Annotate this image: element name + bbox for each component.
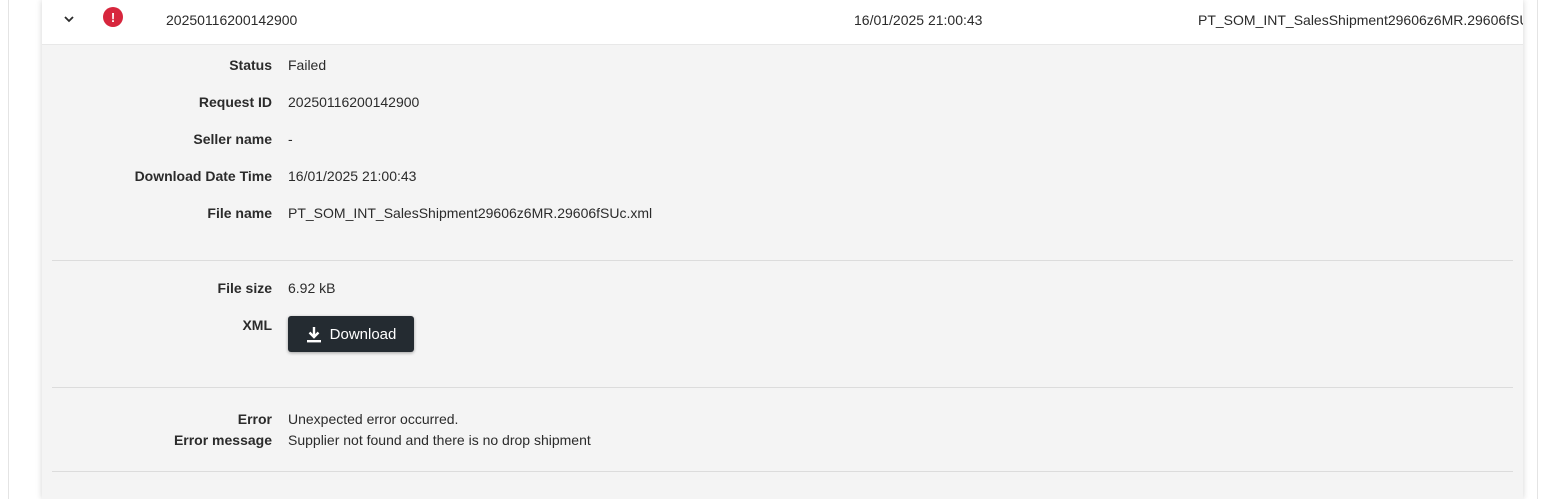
log-entry-card: ! 20250116200142900 16/01/2025 21:00:43 … <box>42 0 1523 499</box>
detail-file-name: File name PT_SOM_INT_SalesShipment29606z… <box>42 205 1523 225</box>
section-divider <box>52 471 1513 472</box>
detail-error-message: Error message Supplier not found and the… <box>42 432 1523 452</box>
section-divider <box>52 260 1513 261</box>
status-value: Failed <box>288 57 327 73</box>
error-message-label: Error message <box>173 432 272 448</box>
file-name-label: File name <box>207 205 272 221</box>
file-size-label: File size <box>217 280 272 296</box>
header-file-name: PT_SOM_INT_SalesShipment29606z6MR.29606f… <box>1198 12 1523 28</box>
error-value: Unexpected error occurred. <box>288 411 459 427</box>
download-xml-button[interactable]: Download <box>288 316 414 352</box>
seller-name-value: - <box>288 131 293 147</box>
log-entry-header-row[interactable]: ! 20250116200142900 16/01/2025 21:00:43 … <box>42 0 1523 45</box>
section-divider <box>52 387 1513 388</box>
log-entry-details: Status Failed Request ID 202501162001429… <box>42 45 1523 499</box>
detail-download-datetime: Download Date Time 16/01/2025 21:00:43 <box>42 168 1523 188</box>
header-download-datetime: 16/01/2025 21:00:43 <box>854 12 983 28</box>
detail-file-size: File size 6.92 kB <box>42 280 1523 300</box>
request-id-value: 20250116200142900 <box>288 94 420 110</box>
download-datetime-value: 16/01/2025 21:00:43 <box>288 168 417 184</box>
detail-status: Status Failed <box>42 57 1523 77</box>
error-icon: ! <box>103 7 123 27</box>
header-request-id: 20250116200142900 <box>166 12 298 28</box>
seller-name-label: Seller name <box>193 131 272 147</box>
detail-error: Error Unexpected error occurred. <box>42 411 1523 431</box>
download-button-label: Download <box>329 325 397 343</box>
file-size-value: 6.92 kB <box>288 280 336 296</box>
page-frame: ! 20250116200142900 16/01/2025 21:00:43 … <box>8 0 1538 499</box>
detail-xml: XML <box>42 317 1523 337</box>
chevron-down-icon[interactable] <box>62 12 76 26</box>
request-id-label: Request ID <box>198 94 272 110</box>
error-label: Error <box>237 411 272 427</box>
error-message-value: Supplier not found and there is no drop … <box>288 432 591 448</box>
download-datetime-label: Download Date Time <box>134 168 272 184</box>
download-icon <box>306 326 322 343</box>
file-name-value: PT_SOM_INT_SalesShipment29606z6MR.29606f… <box>288 205 653 221</box>
status-label: Status <box>229 57 272 73</box>
detail-seller-name: Seller name - <box>42 131 1523 151</box>
xml-label: XML <box>242 317 272 333</box>
detail-request-id: Request ID 20250116200142900 <box>42 94 1523 114</box>
